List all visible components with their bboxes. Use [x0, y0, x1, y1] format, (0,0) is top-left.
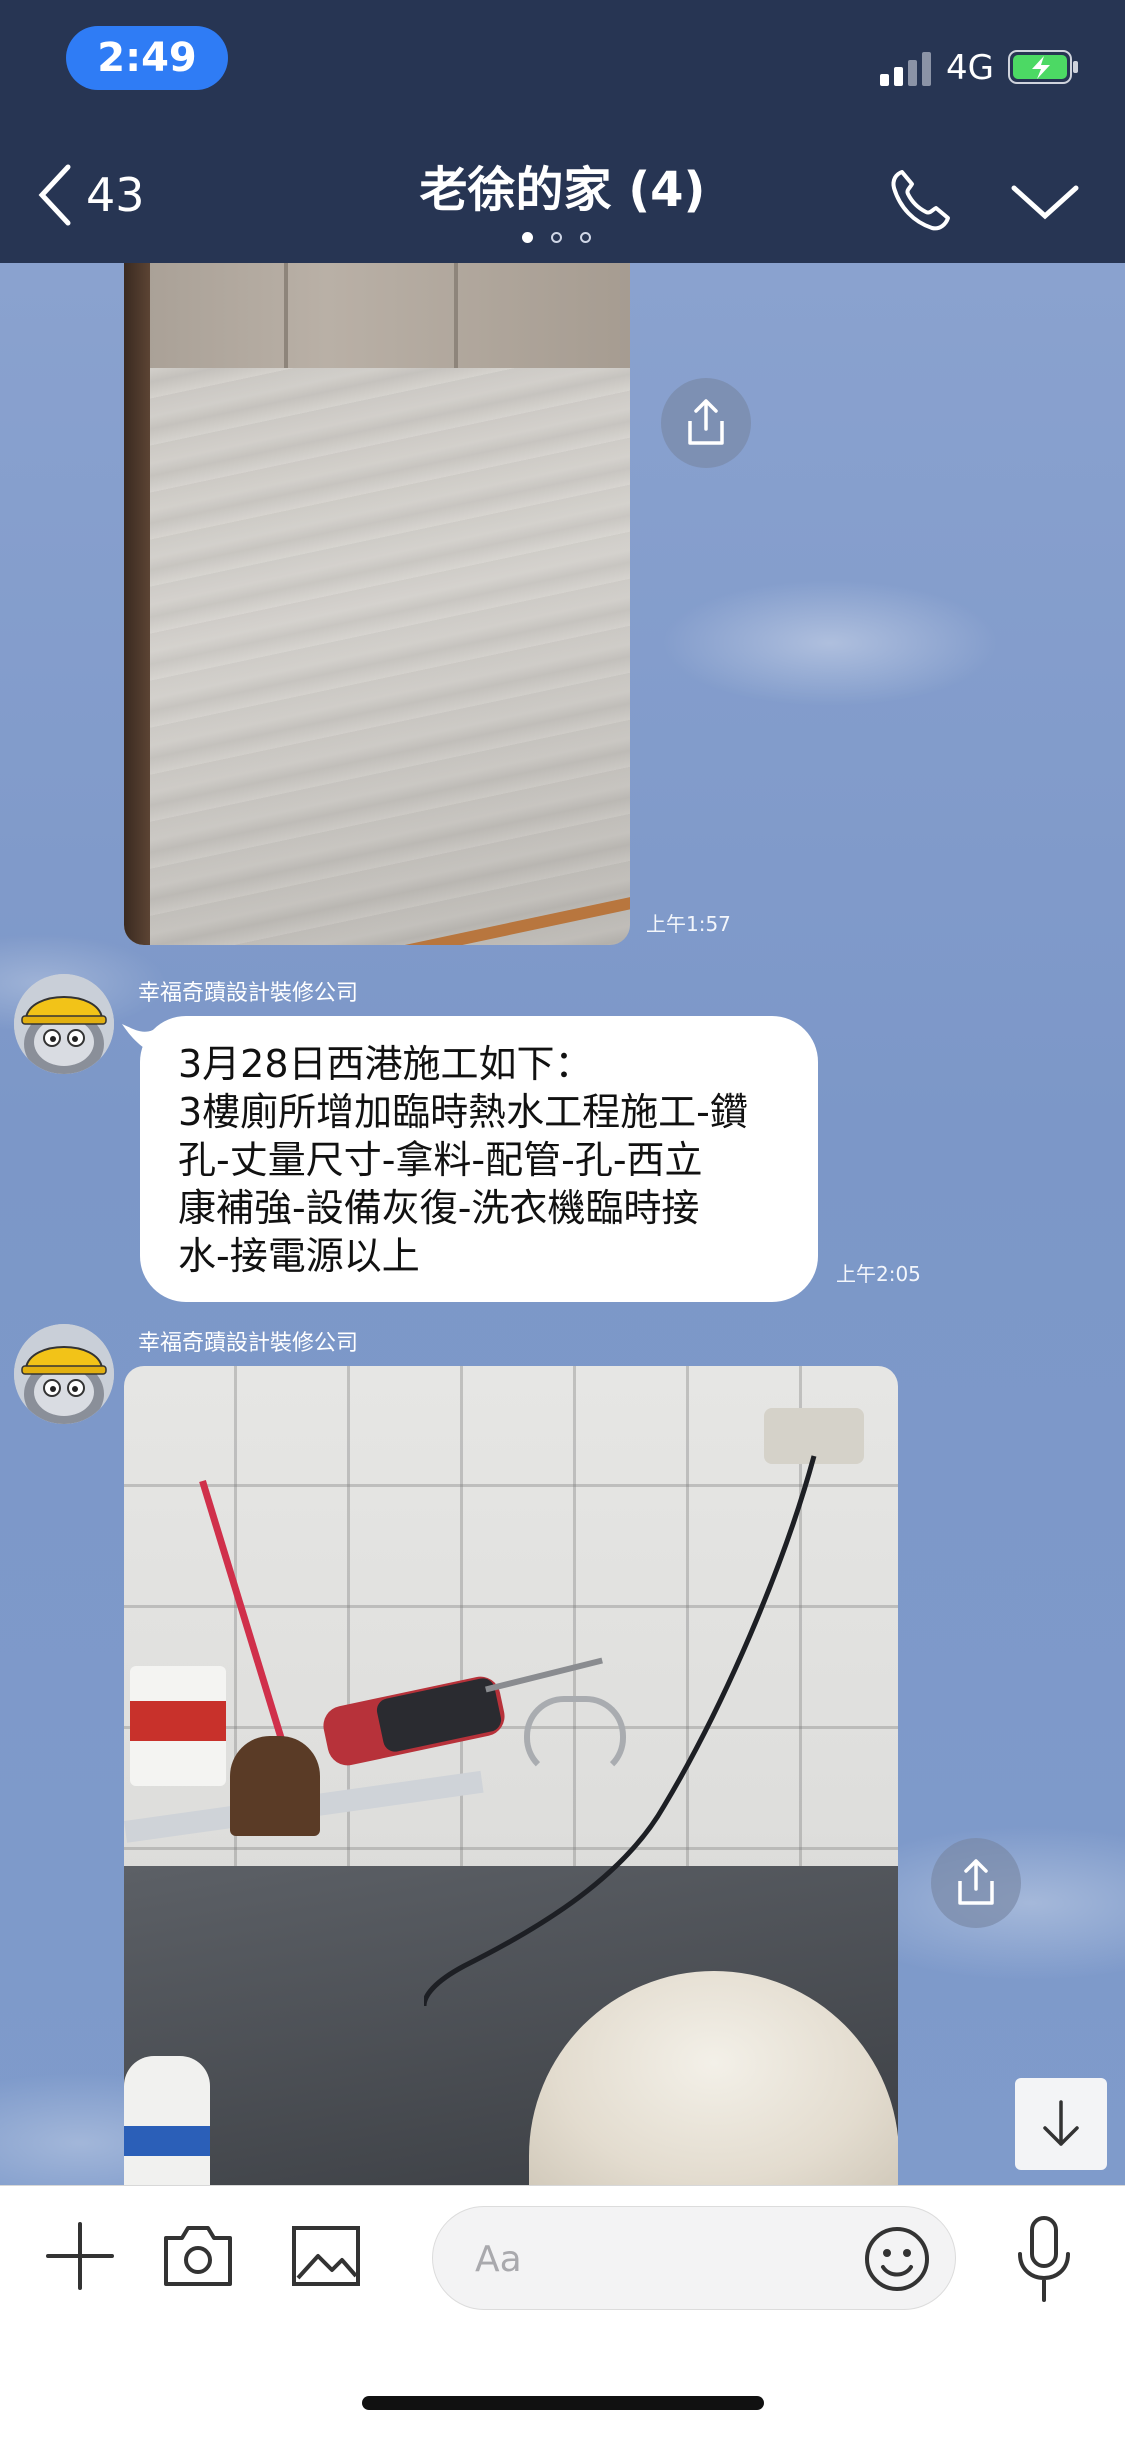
photo-wall: [124, 263, 630, 368]
photo-broom-head: [230, 1736, 320, 1836]
scroll-to-bottom-button[interactable]: [1015, 2078, 1107, 2170]
camera-icon[interactable]: [160, 2218, 236, 2294]
message-time: 上午1:57: [646, 912, 731, 936]
home-indicator: [362, 2396, 764, 2410]
top-bar: 2:49 4G 43 老徐的家 (4): [0, 0, 1125, 263]
message-line: 康補強-設備灰復-洗衣機臨時接: [178, 1186, 700, 1230]
chat-title: 老徐的家 (4): [419, 162, 706, 218]
network-type: 4G: [946, 48, 994, 88]
cartoon-cat-avatar-icon: [14, 974, 114, 1074]
message-time: 上午2:05: [836, 1262, 921, 1286]
page-indicator: [522, 232, 591, 243]
photo-door: [124, 263, 150, 945]
photo-bucket-band: [130, 1701, 226, 1741]
message-line: 水-接電源以上: [178, 1234, 420, 1278]
battery-icon: [1008, 50, 1078, 84]
message-line: 3月28日西港施工如下：: [178, 1042, 593, 1086]
share-icon: [958, 1859, 994, 1905]
status-time[interactable]: 2:49: [66, 26, 228, 90]
text-message-bubble[interactable]: 3月28日西港施工如下： 3樓廁所增加臨時熱水工程施工-鑽 孔-丈量尺寸-拿料-…: [122, 1016, 818, 1302]
photo-message-bathroom[interactable]: [124, 1366, 898, 2186]
image-icon[interactable]: [288, 2218, 364, 2294]
message-input[interactable]: [473, 2233, 837, 2285]
wardrobe-seam: [454, 263, 458, 368]
avatar[interactable]: [14, 974, 114, 1074]
share-button[interactable]: [661, 378, 751, 468]
photo-paint-can: [124, 2056, 210, 2186]
emoji-icon[interactable]: [863, 2225, 931, 2293]
photo-message-floor[interactable]: [124, 263, 630, 945]
photo-cable: [424, 1455, 817, 2006]
photo-trim: [124, 891, 630, 945]
message-line: 3樓廁所增加臨時熱水工程施工-鑽: [178, 1090, 748, 1134]
cartoon-cat-avatar-icon: [14, 1324, 114, 1424]
microphone-icon[interactable]: [1010, 2214, 1078, 2304]
sender-name: 幸福奇蹟設計裝修公司: [138, 1331, 359, 1356]
share-icon: [688, 399, 724, 445]
share-button[interactable]: [931, 1838, 1021, 1928]
phone-icon[interactable]: [888, 166, 954, 232]
signal-icon: [880, 52, 931, 86]
chevron-down-icon[interactable]: [1010, 182, 1080, 222]
bubble-tail: [122, 1024, 162, 1054]
plus-icon[interactable]: [42, 2218, 118, 2294]
page-dot: [551, 232, 562, 243]
sender-name: 幸福奇蹟設計裝修公司: [138, 981, 359, 1006]
photo-paint-can-band: [124, 2126, 210, 2156]
avatar[interactable]: [14, 1324, 114, 1424]
page-dot: [522, 232, 533, 243]
page-dot: [580, 232, 591, 243]
message-line: 孔-丈量尺寸-拿料-配管-孔-西立: [178, 1138, 703, 1182]
wardrobe-seam: [284, 263, 288, 368]
arrow-down-icon: [1043, 2100, 1079, 2146]
message-input-wrapper: [432, 2206, 956, 2310]
